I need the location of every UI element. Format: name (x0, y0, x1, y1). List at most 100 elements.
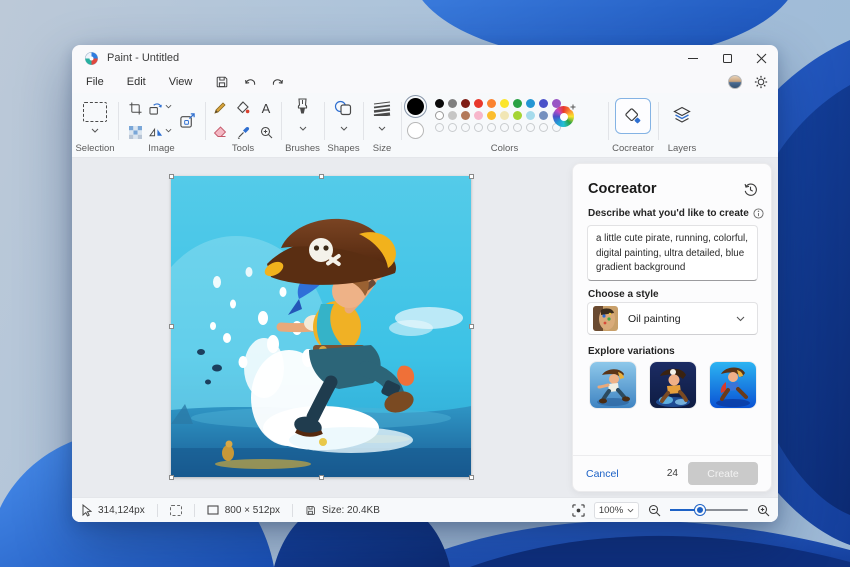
color-swatch-empty[interactable] (448, 123, 457, 132)
color-swatch[interactable] (474, 111, 483, 120)
color-swatch[interactable] (526, 99, 535, 108)
group-label-image: Image (118, 143, 205, 154)
save-button[interactable] (215, 75, 229, 89)
titlebar[interactable]: Paint - Untitled (72, 45, 778, 71)
create-button[interactable]: Create (688, 462, 758, 485)
prompt-textarea[interactable]: a little cute pirate, running, colorful,… (587, 225, 758, 281)
crop-button[interactable] (124, 97, 146, 119)
menu-view[interactable]: View (160, 74, 202, 90)
plus-icon (569, 103, 577, 111)
history-button[interactable] (743, 182, 758, 197)
size-button[interactable] (372, 101, 392, 121)
cocreator-button[interactable] (615, 98, 651, 134)
colors-group: Colors (401, 93, 608, 158)
close-button[interactable] (744, 45, 778, 71)
color-swatch[interactable] (513, 99, 522, 108)
selection-handle[interactable] (469, 174, 474, 179)
menu-edit[interactable]: Edit (118, 74, 155, 90)
zoom-slider-thumb[interactable] (695, 505, 705, 515)
color-swatch[interactable] (435, 111, 444, 120)
color-swatch[interactable] (500, 111, 509, 120)
pencil-tool-button[interactable] (209, 97, 231, 119)
variation-thumbnail-3[interactable] (710, 362, 756, 408)
brushes-button[interactable] (295, 98, 310, 123)
color-swatch[interactable] (500, 99, 509, 108)
panel-title: Cocreator (588, 181, 657, 197)
eyedropper-tool-button[interactable] (232, 121, 254, 143)
zoom-in-button[interactable] (757, 504, 770, 517)
color-swatch-empty[interactable] (500, 123, 509, 132)
group-label-tools: Tools (205, 143, 281, 154)
edit-colors-button[interactable] (553, 106, 574, 127)
color-swatch[interactable] (539, 111, 548, 120)
cancel-link[interactable]: Cancel (586, 468, 619, 480)
resize-button[interactable] (176, 109, 198, 131)
color-swatch[interactable] (539, 99, 548, 108)
fill-tool-button[interactable] (232, 97, 254, 119)
fit-to-window-button[interactable] (572, 504, 585, 517)
color-swatch-empty[interactable] (513, 123, 522, 132)
style-dropdown[interactable]: Oil painting (587, 302, 758, 335)
color-swatch[interactable] (526, 111, 535, 120)
color-swatch[interactable] (448, 111, 457, 120)
variation-thumbnail-1[interactable] (590, 362, 636, 408)
maximize-button[interactable] (710, 45, 744, 71)
color-swatch-empty[interactable] (526, 123, 535, 132)
undo-button[interactable] (243, 76, 257, 89)
selection-handle[interactable] (319, 174, 324, 179)
chevron-down-icon[interactable] (299, 126, 307, 131)
color-swatch[interactable] (487, 111, 496, 120)
foreground-color-swatch[interactable] (407, 98, 424, 115)
minimize-button[interactable] (676, 45, 710, 71)
chevron-down-icon[interactable] (165, 128, 172, 133)
color-swatch-empty[interactable] (539, 123, 548, 132)
selection-handle[interactable] (169, 174, 174, 179)
magnifier-tool-button[interactable] (255, 121, 277, 143)
color-swatch[interactable] (474, 99, 483, 108)
group-label-brushes: Brushes (281, 143, 324, 154)
color-swatch[interactable] (435, 99, 444, 108)
transparent-selection-button[interactable] (124, 121, 146, 143)
color-swatch[interactable] (461, 99, 470, 108)
zoom-dropdown[interactable]: 100% (594, 502, 639, 519)
credits-coin-icon (651, 468, 663, 480)
selection-handle[interactable] (469, 475, 474, 480)
color-swatch[interactable] (448, 99, 457, 108)
foreground-color-ring (404, 95, 427, 118)
zoom-level: 100% (599, 505, 623, 516)
redo-button[interactable] (271, 76, 285, 89)
shapes-button[interactable] (334, 100, 352, 121)
chevron-down-icon[interactable] (165, 104, 172, 109)
credits-count: 24 (667, 468, 678, 479)
rotate-button[interactable] (145, 97, 167, 119)
flip-button[interactable] (145, 121, 167, 143)
account-avatar[interactable] (728, 75, 742, 89)
selection-handle[interactable] (319, 475, 324, 480)
color-swatch-empty[interactable] (461, 123, 470, 132)
layers-button[interactable] (672, 106, 692, 130)
zoom-out-button[interactable] (648, 504, 661, 517)
selection-size-icon (170, 505, 182, 516)
selection-handle[interactable] (169, 475, 174, 480)
chevron-down-icon[interactable] (378, 126, 386, 131)
eraser-tool-button[interactable] (209, 121, 231, 143)
variation-thumbnail-2[interactable] (650, 362, 696, 408)
color-swatch-empty[interactable] (435, 123, 444, 132)
text-tool-button[interactable]: A (255, 97, 277, 119)
rectangle-select-icon[interactable] (83, 102, 107, 122)
menu-file[interactable]: File (77, 74, 113, 90)
background-color-swatch[interactable] (407, 122, 424, 139)
color-swatch[interactable] (513, 111, 522, 120)
zoom-slider[interactable] (670, 504, 748, 516)
color-swatch-empty[interactable] (487, 123, 496, 132)
selection-handle[interactable] (169, 324, 174, 329)
chevron-down-icon[interactable] (91, 128, 99, 133)
color-swatch[interactable] (461, 111, 470, 120)
canvas-image[interactable] (171, 176, 471, 477)
color-swatch[interactable] (487, 99, 496, 108)
selection-handle[interactable] (469, 324, 474, 329)
chevron-down-icon[interactable] (340, 126, 348, 131)
settings-gear-button[interactable] (754, 75, 768, 89)
color-swatch-empty[interactable] (474, 123, 483, 132)
info-icon[interactable] (753, 208, 764, 219)
